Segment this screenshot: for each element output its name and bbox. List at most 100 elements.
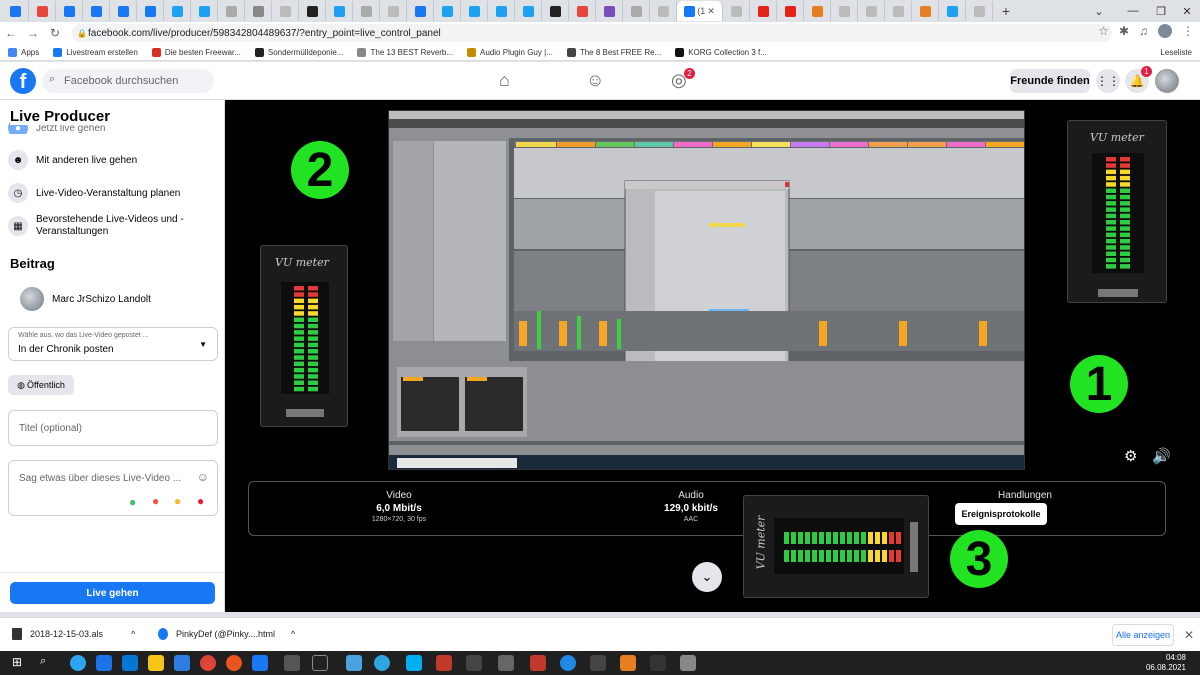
close-downloads-icon[interactable]: ✕: [1184, 628, 1194, 642]
go-live-button[interactable]: Live gehen: [10, 582, 215, 604]
forward-icon[interactable]: →: [22, 26, 44, 40]
home-icon[interactable]: ⌂: [499, 70, 510, 91]
browser-tab[interactable]: [966, 1, 993, 21]
menu-icon[interactable]: ⋮: [1182, 24, 1194, 38]
download-item[interactable]: 2018-12-15-03.als ^: [12, 628, 135, 640]
sidebar-item-go-live-with-others[interactable]: ☻ Mit anderen live gehen: [8, 150, 218, 170]
browser-tab[interactable]: [650, 1, 677, 21]
telegram-icon[interactable]: [374, 655, 390, 671]
active-browser-tab[interactable]: (1 ✕: [677, 1, 723, 21]
browser-tab[interactable]: [272, 1, 299, 21]
download-item[interactable]: PinkyDef (@Pinky....html ^: [158, 628, 295, 640]
browser-tab[interactable]: [723, 1, 750, 21]
extensions-icon[interactable]: ✱: [1119, 24, 1129, 38]
app-icon[interactable]: [530, 655, 546, 671]
bookmark-item[interactable]: Sondermülldeponie...: [254, 47, 343, 57]
browser-tab[interactable]: [488, 1, 515, 21]
app-icon[interactable]: [174, 655, 190, 671]
browser-tab[interactable]: [515, 1, 542, 21]
feeling-icon[interactable]: ●: [174, 494, 181, 508]
chevron-up-icon[interactable]: ^: [291, 629, 295, 639]
browser-tab[interactable]: [380, 1, 407, 21]
browser-tab[interactable]: [2, 1, 29, 21]
menu-grid-icon[interactable]: ⋮⋮: [1096, 69, 1120, 93]
location-icon[interactable]: ●: [152, 494, 159, 508]
skype-icon[interactable]: [406, 655, 422, 671]
app-icon[interactable]: [284, 655, 300, 671]
browser-tab[interactable]: [137, 1, 164, 21]
app-icon[interactable]: [498, 655, 514, 671]
app-icon[interactable]: [680, 655, 696, 671]
browser-tab[interactable]: [596, 1, 623, 21]
app-icon[interactable]: [436, 655, 452, 671]
friends-icon[interactable]: ☺: [586, 70, 604, 91]
browser-tab[interactable]: [110, 1, 137, 21]
windows-start-icon[interactable]: ⊞: [12, 655, 28, 671]
settings-gear-icon[interactable]: ⚙: [1124, 447, 1137, 465]
reload-icon[interactable]: ↻: [44, 26, 66, 40]
bookmark-item[interactable]: Livestream erstellen: [53, 47, 138, 57]
mail-icon[interactable]: [96, 655, 112, 671]
bookmark-item[interactable]: Die besten Freewar...: [151, 47, 241, 57]
tab-search-icon[interactable]: ⌄: [1082, 0, 1116, 22]
facebook-search-input[interactable]: ⌕ Facebook durchsuchen: [42, 69, 214, 93]
browser-tab[interactable]: [750, 1, 777, 21]
back-icon[interactable]: ←: [0, 26, 22, 40]
app-icon[interactable]: [560, 655, 576, 671]
browser-tab[interactable]: [407, 1, 434, 21]
app-icon[interactable]: [590, 655, 606, 671]
browser-tab[interactable]: [326, 1, 353, 21]
app-icon[interactable]: [346, 655, 362, 671]
app-icon[interactable]: [620, 655, 636, 671]
bookmark-item[interactable]: Audio Plugin Guy |...: [467, 47, 553, 57]
bookmark-item[interactable]: The 13 BEST Reverb...: [357, 47, 453, 57]
browser-tab[interactable]: [164, 1, 191, 21]
browser-tab[interactable]: [569, 1, 596, 21]
browser-tab[interactable]: [542, 1, 569, 21]
browser-tab[interactable]: [29, 1, 56, 21]
browser-tab[interactable]: [831, 1, 858, 21]
reading-list[interactable]: Leseliste: [1160, 48, 1192, 57]
browser-tab[interactable]: [353, 1, 380, 21]
store-icon[interactable]: [122, 655, 138, 671]
ubuntu-icon[interactable]: [226, 655, 242, 671]
edge-icon[interactable]: [70, 655, 86, 671]
browser-tab[interactable]: [623, 1, 650, 21]
app-icon[interactable]: [650, 655, 666, 671]
browser-tab[interactable]: [912, 1, 939, 21]
bookmark-item[interactable]: Apps: [8, 47, 39, 57]
privacy-button[interactable]: ◍ Öffentlich: [8, 375, 74, 395]
profile-avatar[interactable]: [1158, 24, 1172, 38]
tag-people-icon[interactable]: ●: [129, 495, 136, 509]
browser-tab[interactable]: [777, 1, 804, 21]
close-window-icon[interactable]: ✕: [1170, 0, 1200, 22]
bookmark-star-icon[interactable]: ☆: [1098, 24, 1109, 38]
taskbar-search-icon[interactable]: ⌕: [40, 655, 56, 671]
post-destination-select[interactable]: Wähle aus, wo das Live-Video gepostet ..…: [8, 327, 218, 361]
browser-tab[interactable]: [804, 1, 831, 21]
browser-tab[interactable]: [885, 1, 912, 21]
browser-tab[interactable]: [858, 1, 885, 21]
browser-tab[interactable]: [218, 1, 245, 21]
music-icon[interactable]: ♫: [1139, 24, 1148, 38]
emoji-icon[interactable]: ☺: [197, 470, 209, 484]
browser-tab[interactable]: [56, 1, 83, 21]
new-tab-button[interactable]: +: [997, 3, 1015, 19]
event-logs-button[interactable]: Ereignisprotokolle: [955, 503, 1047, 525]
app-icon[interactable]: [466, 655, 482, 671]
title-input[interactable]: Titel (optional): [8, 410, 218, 446]
browser-tab[interactable]: [83, 1, 110, 21]
browser-tab[interactable]: [245, 1, 272, 21]
taskbar-clock[interactable]: 04:08 06.08.2021: [1146, 653, 1186, 673]
browser-tab[interactable]: [434, 1, 461, 21]
browser-tab[interactable]: [939, 1, 966, 21]
show-all-downloads-button[interactable]: Alle anzeigen: [1112, 624, 1174, 646]
scroll-down-button[interactable]: ⌄: [692, 562, 722, 592]
account-avatar[interactable]: [1155, 69, 1179, 93]
explorer-icon[interactable]: [148, 655, 164, 671]
browser-tab[interactable]: [299, 1, 326, 21]
bookmark-item[interactable]: The 8 Best FREE Re...: [566, 47, 661, 57]
volume-icon[interactable]: 🔊: [1152, 447, 1171, 465]
close-tab-icon[interactable]: ✕: [707, 6, 715, 17]
bookmark-item[interactable]: KORG Collection 3 f...: [675, 47, 767, 57]
